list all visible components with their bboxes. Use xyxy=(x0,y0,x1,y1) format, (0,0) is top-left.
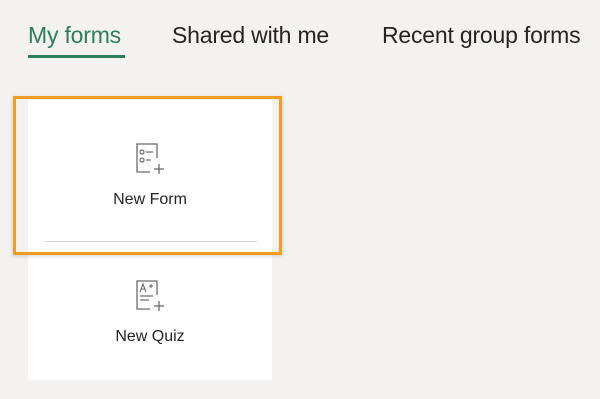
tab-recent-group-forms[interactable]: Recent group forms xyxy=(382,20,581,50)
tab-shared-with-me[interactable]: Shared with me xyxy=(172,20,329,50)
form-list-add-icon xyxy=(136,143,164,174)
quiz-add-icon xyxy=(136,280,164,311)
new-form-label: New Form xyxy=(113,191,187,208)
new-quiz-label: New Quiz xyxy=(115,328,185,345)
new-item-card-stack: New Form New Quiz xyxy=(28,100,272,380)
new-form-card[interactable]: New Form xyxy=(28,100,272,243)
new-quiz-card[interactable]: New Quiz xyxy=(28,243,272,380)
active-tab-underline xyxy=(28,55,125,58)
tab-my-forms[interactable]: My forms xyxy=(28,20,121,50)
forms-tab-bar: My forms Shared with me Recent group for… xyxy=(0,0,600,70)
card-divider xyxy=(44,241,257,242)
